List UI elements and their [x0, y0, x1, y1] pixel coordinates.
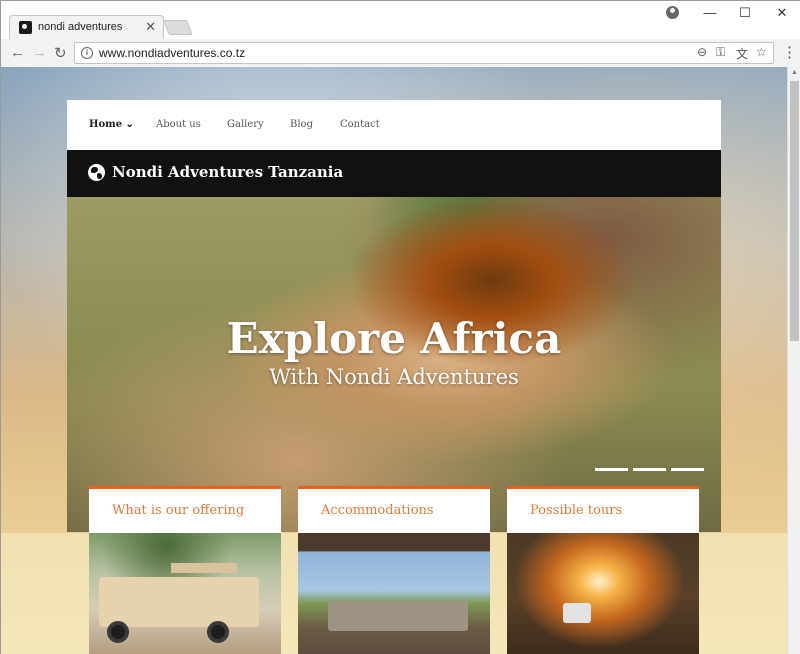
tab-strip: nondi adventures ✕ — ☐ ✕	[1, 1, 800, 39]
card-header: Possible tours	[507, 486, 699, 533]
key-icon[interactable]: ⚿	[716, 45, 725, 60]
tab-close-icon[interactable]: ✕	[145, 19, 156, 35]
globe-icon	[88, 164, 105, 181]
slider-dot-1[interactable]	[595, 468, 628, 471]
main-navigation: Home ⌄ About us Gallery Blog Contact	[67, 100, 721, 150]
address-bar[interactable]: i www.nondiadventures.co.tz ⊖ ⚿ 文 ☆	[74, 42, 774, 64]
maximize-button[interactable]: ☐	[735, 5, 755, 21]
tab-title: nondi adventures	[38, 21, 123, 33]
car-shape	[563, 603, 591, 623]
card-title[interactable]: Possible tours	[530, 503, 622, 518]
card-accommodations[interactable]: Accommodations	[298, 486, 490, 654]
site-info-icon[interactable]: i	[81, 47, 93, 59]
card-tours[interactable]: Possible tours	[507, 486, 699, 654]
reload-button[interactable]: ↻	[54, 44, 67, 62]
star-icon[interactable]: ☆	[756, 45, 767, 59]
jeep-shape	[99, 563, 259, 627]
hero-slider: Explore Africa With Nondi Adventures	[67, 197, 721, 532]
nav-item-blog[interactable]: Blog	[290, 119, 313, 130]
brand-bar: Nondi Adventures Tanzania	[67, 150, 721, 197]
wheel-shape	[207, 621, 229, 643]
new-tab-button[interactable]	[163, 20, 193, 35]
browser-toolbar: ← → ↻ i www.nondiadventures.co.tz ⊖ ⚿ 文 …	[1, 39, 800, 68]
favicon-icon	[19, 21, 32, 34]
sunset-drive-image[interactable]	[507, 533, 699, 654]
account-icon[interactable]	[666, 6, 679, 19]
nav-item-contact[interactable]: Contact	[340, 119, 380, 130]
page-scrollbar[interactable]: ▲	[787, 67, 800, 654]
daybed-shape	[328, 601, 468, 631]
browser-chrome: nondi adventures ✕ — ☐ ✕ ← → ↻ i www.non…	[0, 0, 800, 68]
hero-subtitle: With Nondi Adventures	[269, 365, 519, 389]
translate-icon[interactable]: 文	[736, 45, 748, 62]
slider-dot-3[interactable]	[671, 468, 704, 471]
back-button[interactable]: ←	[10, 44, 25, 61]
card-header: What is our offering	[89, 486, 281, 533]
forward-button[interactable]: →	[32, 44, 47, 61]
wheel-shape	[107, 621, 129, 643]
site-container: Home ⌄ About us Gallery Blog Contact Non…	[67, 100, 721, 654]
hero-title: Explore Africa	[226, 314, 562, 363]
scroll-thumb[interactable]	[790, 81, 799, 341]
zoom-icon[interactable]: ⊖	[697, 45, 707, 59]
browser-tab[interactable]: nondi adventures ✕	[9, 15, 164, 39]
url-text[interactable]: www.nondiadventures.co.tz	[99, 46, 245, 60]
card-offering[interactable]: What is our offering	[89, 486, 281, 654]
site-title[interactable]: Nondi Adventures Tanzania	[112, 163, 343, 181]
nav-item-gallery[interactable]: Gallery	[227, 119, 264, 130]
safari-jeep-image[interactable]	[89, 533, 281, 654]
lodge-image[interactable]	[298, 533, 490, 654]
nav-item-about-us[interactable]: About us	[156, 119, 201, 130]
page-viewport: Home ⌄ About us Gallery Blog Contact Non…	[0, 67, 787, 654]
slider-dot-2[interactable]	[633, 468, 666, 471]
close-window-button[interactable]: ✕	[772, 5, 792, 21]
card-title[interactable]: What is our offering	[112, 503, 244, 518]
minimize-button[interactable]: —	[700, 5, 720, 20]
nav-item-home[interactable]: Home ⌄	[89, 119, 134, 130]
browser-menu-icon[interactable]: ⋮	[782, 43, 797, 61]
card-header: Accommodations	[298, 486, 490, 533]
scroll-up-icon[interactable]: ▲	[791, 69, 798, 76]
card-title[interactable]: Accommodations	[321, 503, 434, 518]
